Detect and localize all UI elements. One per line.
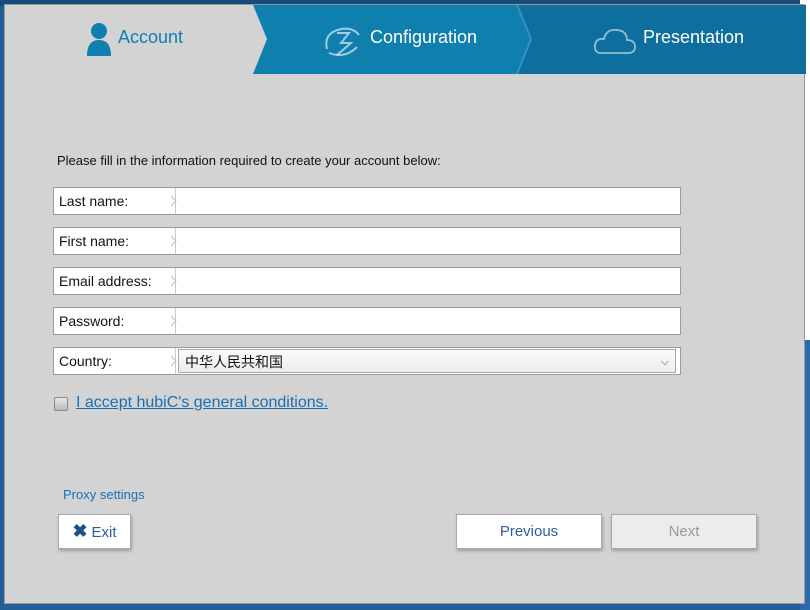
cloud-icon: [593, 29, 636, 54]
tab-configuration-label: Configuration: [370, 27, 478, 47]
first-name-label: First name:: [54, 228, 176, 254]
next-button[interactable]: Next: [611, 514, 757, 549]
chevron-right-icon: [170, 235, 177, 247]
previous-button-label: Previous: [499, 523, 559, 540]
configuration-icon: [325, 27, 360, 56]
general-conditions-link[interactable]: I accept hubiC's general conditions.: [76, 394, 328, 412]
country-selected-value: 中华人民共和国: [185, 355, 283, 371]
country-field: Country: 中华人民共和国 ⌵: [53, 347, 681, 375]
accept-conditions-checkbox[interactable]: [54, 397, 68, 411]
form-instructions: Please fill in the information required …: [57, 153, 441, 168]
email-input[interactable]: [180, 270, 679, 294]
password-label: Password:: [54, 308, 176, 334]
chevron-right-icon: [170, 315, 177, 327]
email-field: Email address:: [53, 267, 681, 295]
first-name-input[interactable]: [180, 230, 679, 254]
proxy-settings-link[interactable]: Proxy settings: [63, 487, 145, 502]
last-name-label: Last name:: [54, 188, 176, 214]
tab-presentation-label: Presentation: [643, 27, 745, 47]
email-label: Email address:: [54, 268, 176, 294]
wizard-steps: Account Configuration Presentation: [5, 5, 806, 74]
chevron-right-icon: [170, 275, 177, 287]
first-name-field: First name:: [53, 227, 681, 255]
password-field: Password:: [53, 307, 681, 335]
previous-button[interactable]: Previous: [456, 514, 602, 549]
country-select[interactable]: 中华人民共和国 ⌵: [178, 349, 676, 373]
exit-button[interactable]: ✖ Exit: [58, 514, 131, 549]
country-label: Country:: [54, 348, 176, 374]
setup-wizard-window: Account Configuration Presentation Pleas…: [4, 4, 806, 604]
tab-account-label: Account: [118, 27, 184, 47]
next-button-label: Next: [668, 523, 700, 540]
password-input[interactable]: [180, 310, 679, 334]
user-icon: [87, 23, 111, 56]
last-name-input[interactable]: [180, 190, 679, 214]
exit-button-label: Exit: [91, 524, 117, 541]
chevron-down-icon: ⌵: [660, 355, 669, 368]
close-icon: ✖: [72, 521, 88, 541]
chevron-right-icon: [170, 355, 177, 367]
last-name-field: Last name:: [53, 187, 681, 215]
chevron-right-icon: [170, 195, 177, 207]
